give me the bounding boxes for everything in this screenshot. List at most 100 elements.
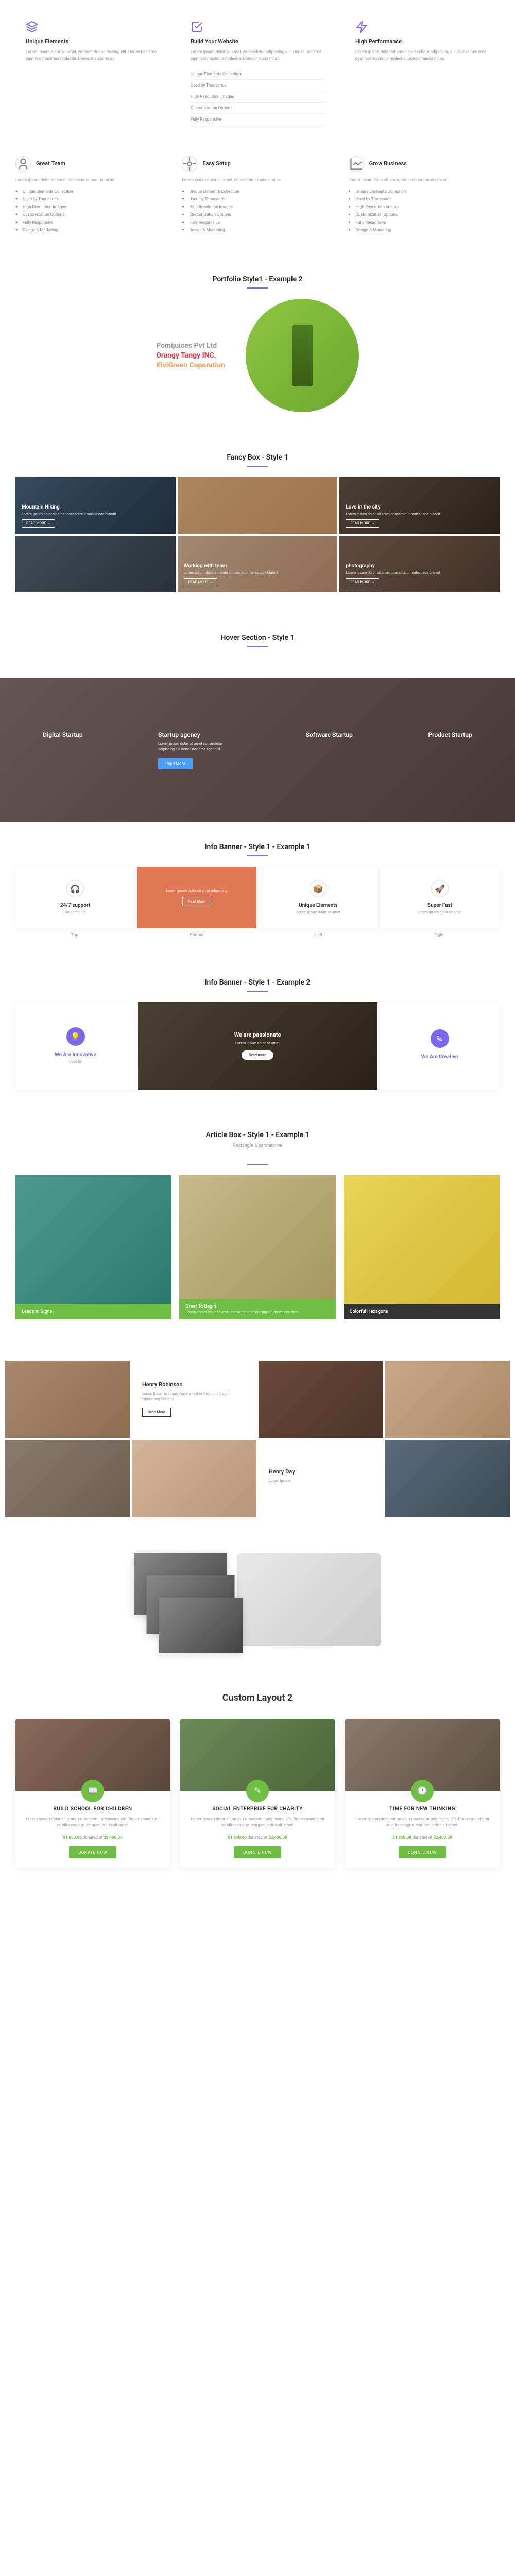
- feature-card-performance: High Performance Lorem ipsum dolor sit a…: [345, 10, 500, 135]
- hover-item[interactable]: Startup agency Lorem ipsum dolor sit ame…: [158, 731, 230, 769]
- fancy-item[interactable]: photography Lorem ipsum dolor sit amet c…: [339, 536, 500, 592]
- section-title-article: Article Box - Style 1 - Example 1: [0, 1131, 515, 1139]
- bolt-icon: [355, 21, 368, 33]
- fancy-item[interactable]: [178, 477, 338, 534]
- donation-desc: Lorem ipsum dolor sit amet, consectetur …: [190, 1816, 325, 1829]
- clock-icon: 🕐: [411, 1780, 434, 1802]
- donate-button[interactable]: DONATE NOW: [234, 1846, 281, 1858]
- team-photo[interactable]: [5, 1440, 130, 1517]
- image-stack: [134, 1553, 227, 1656]
- feature-desc: Lorem ipsum dolor sit amet, consectetur …: [191, 49, 324, 62]
- team-name: Henry Day: [269, 1468, 373, 1475]
- section-title-info2: Info Banner - Style 1 - Example 2: [0, 978, 515, 987]
- read-more-button[interactable]: READ MORE →: [184, 578, 217, 586]
- fancy-item[interactable]: Love in the city Lorem ipsum dolor sit a…: [339, 477, 500, 534]
- feat-col-team: Great Team Lorem ipsum dolor sit amet, c…: [15, 156, 166, 234]
- read-more-button[interactable]: Read more: [242, 1050, 273, 1060]
- section-title-fancy: Fancy Box - Style 1: [0, 453, 515, 462]
- hover-item[interactable]: Digital Startup: [43, 731, 82, 769]
- divider: [247, 287, 268, 289]
- info-desc: Dolor mauris: [65, 910, 85, 914]
- article-title: Great To Begin: [185, 1304, 216, 1309]
- fancy-item[interactable]: Working with team Lorem ipsum dolor sit …: [178, 536, 338, 592]
- info2-desc: Lorem ipsum dolor sit amet: [235, 1041, 280, 1045]
- article-card[interactable]: Leads to Signs: [15, 1175, 171, 1319]
- article-image: [344, 1175, 500, 1304]
- list-item: Customization Options: [15, 211, 166, 218]
- hover-item[interactable]: Software Startup: [306, 731, 353, 769]
- team-desc: Lorem Ipsum is simply dummy text of the …: [142, 1391, 246, 1402]
- divider: [247, 1164, 268, 1165]
- layout-stacks: [5, 1538, 510, 1672]
- info2-card-left[interactable]: 💡 We Are Innovative Used by: [15, 1002, 135, 1090]
- fancy-title: Love in the city: [346, 504, 493, 510]
- list-item: Used by Thousands: [182, 195, 333, 203]
- team-photo[interactable]: [132, 1440, 256, 1517]
- list-item: Unique Elements Collection: [349, 188, 500, 195]
- hover-desc: Lorem ipsum dolor sit amet consectetur a…: [158, 741, 230, 752]
- article-image: [15, 1175, 171, 1304]
- hover-section: Digital Startup Startup agency Lorem ips…: [0, 678, 515, 822]
- fancy-item[interactable]: [15, 536, 176, 592]
- article-bar: Colorful Hexagons: [344, 1304, 500, 1319]
- fancy-title: Working with team: [184, 563, 332, 569]
- info-card[interactable]: 🎧 24/7 support Dolor mauris: [15, 867, 135, 928]
- info2-card-mid[interactable]: We are passionate Lorem ipsum dolor sit …: [138, 1002, 377, 1090]
- team-photo[interactable]: [259, 1361, 383, 1438]
- donation-meta: $1,850.00 donated of $2,400.00: [190, 1835, 325, 1840]
- hover-title: Digital Startup: [43, 731, 82, 738]
- donate-button[interactable]: DONATE NOW: [399, 1846, 446, 1858]
- chart-icon: [349, 156, 364, 172]
- list-item: Used by Thousands: [191, 80, 324, 91]
- headset-icon: 🎧: [66, 880, 84, 897]
- read-more-button[interactable]: Read More: [142, 1408, 171, 1417]
- pen-icon: ✎: [246, 1780, 269, 1802]
- info-title: Super Fast: [427, 903, 452, 908]
- read-more-button[interactable]: Read More: [182, 897, 211, 906]
- info2-grid: 💡 We Are Innovative Used by We are passi…: [15, 1002, 500, 1090]
- feature-desc: Lorem ipsum dolor sit amet, consectetur …: [26, 49, 160, 62]
- info2-card-right[interactable]: ✎ We Are Creative: [380, 1002, 500, 1090]
- article-card[interactable]: Colorful Hexagons: [344, 1175, 500, 1319]
- info-labels: Top Bottom Left Right: [15, 933, 500, 937]
- stack-layer: [159, 1598, 243, 1653]
- info-card[interactable]: 🚀 Super Fast Lorem ipsum dolor sit amet: [380, 867, 500, 928]
- client-name[interactable]: Pomijuices Pvt Ltd: [156, 342, 225, 350]
- read-more-button[interactable]: READ MORE →: [22, 519, 55, 528]
- team-info: Henry Day Lorem Ipsum: [259, 1440, 383, 1517]
- team-photo[interactable]: [5, 1361, 130, 1438]
- label: Top: [71, 933, 78, 937]
- info-title: 24/7 support: [60, 903, 90, 908]
- client-name[interactable]: Orangy Tangy INC.: [156, 351, 225, 360]
- feat-title: Great Team: [36, 160, 65, 167]
- team-photo[interactable]: [385, 1440, 510, 1517]
- list-item: Fully Responsive: [15, 218, 166, 226]
- article-bar: Great To Begin Lorem ipsum dolor sit ame…: [179, 1299, 335, 1319]
- team-info: Henry Robinson Lorem Ipsum is simply dum…: [132, 1361, 256, 1438]
- portfolio-image: [246, 299, 359, 412]
- section-subtitle: Rectangle & perspective: [0, 1143, 515, 1148]
- label: Bottom: [190, 933, 203, 937]
- team-photo[interactable]: [385, 1361, 510, 1438]
- feature-columns: Great Team Lorem ipsum dolor sit amet, c…: [15, 146, 500, 255]
- donate-button[interactable]: DONATE NOW: [69, 1846, 116, 1858]
- info-desc: Lorem ipsum dolor sit amet: [296, 910, 340, 914]
- info-card[interactable]: 📦 Unique Elements Lorem ipsum dolor sit …: [259, 867, 378, 928]
- info2-desc: Used by: [69, 1060, 82, 1064]
- info2-title: We Are Innovative: [55, 1052, 96, 1058]
- read-more-button[interactable]: Read More: [158, 758, 192, 769]
- article-card[interactable]: Great To Begin Lorem ipsum dolor sit ame…: [179, 1175, 335, 1319]
- read-more-button[interactable]: READ MORE →: [346, 578, 379, 586]
- feature-list: Unique Elements Collection Used by Thous…: [191, 69, 324, 125]
- client-name[interactable]: KiviGreen Coporation: [156, 361, 225, 369]
- section-title-info1: Info Banner - Style 1 - Example 1: [0, 843, 515, 851]
- brush-icon: [191, 21, 203, 33]
- fancy-item[interactable]: Mountain Hiking Lorem ipsum dolor sit am…: [15, 477, 176, 534]
- donation-title: BUILD SCHOOL FOR CHILDREN: [25, 1806, 161, 1812]
- list-item: Design & Marketing: [349, 226, 500, 234]
- feature-desc: Lorem ipsum dolor sit amet, consectetur …: [355, 49, 489, 62]
- read-more-button[interactable]: READ MORE →: [346, 519, 379, 528]
- hover-item[interactable]: Product Startup: [428, 731, 472, 769]
- donation-card: 📖 BUILD SCHOOL FOR CHILDREN Lorem ipsum …: [15, 1719, 170, 1868]
- info-card-active[interactable]: Lorem ipsum dolor sit amet adipiscing Re…: [137, 867, 256, 928]
